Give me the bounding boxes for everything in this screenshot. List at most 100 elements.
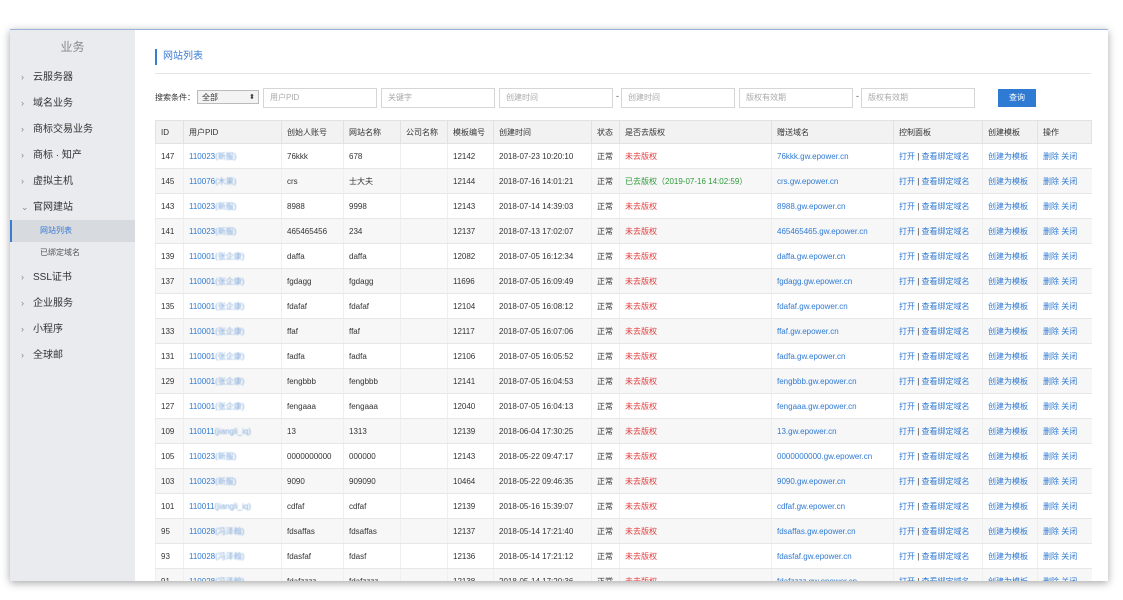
view-bound-domain-link[interactable]: 查看绑定域名: [922, 177, 970, 186]
create-template-link[interactable]: 创建为模板: [988, 177, 1028, 186]
close-link[interactable]: 关闭: [1061, 327, 1077, 336]
user-pid-link[interactable]: 110011: [189, 427, 215, 436]
query-button[interactable]: 查询: [998, 89, 1036, 107]
copyright-valid-start-input[interactable]: 版权有效期: [739, 88, 853, 108]
view-bound-domain-link[interactable]: 查看绑定域名: [922, 352, 970, 361]
user-pid-link[interactable]: 110001: [189, 402, 215, 411]
user-pid-link[interactable]: 110001: [189, 277, 215, 286]
user-pid-link[interactable]: 110001: [189, 377, 215, 386]
delete-link[interactable]: 删除: [1043, 352, 1059, 361]
user-pid-link[interactable]: 110028: [189, 552, 215, 561]
create-template-link[interactable]: 创建为模板: [988, 527, 1028, 536]
close-link[interactable]: 关闭: [1061, 177, 1077, 186]
open-link[interactable]: 打开: [899, 177, 915, 186]
open-link[interactable]: 打开: [899, 352, 915, 361]
user-pid-link[interactable]: 110076: [189, 177, 215, 186]
create-template-link[interactable]: 创建为模板: [988, 452, 1028, 461]
close-link[interactable]: 关闭: [1061, 352, 1077, 361]
user-pid-link[interactable]: 110001: [189, 302, 215, 311]
close-link[interactable]: 关闭: [1061, 427, 1077, 436]
domain-link[interactable]: 0000000000.gw.epower.cn: [777, 452, 872, 461]
user-pid-link[interactable]: 110023: [189, 227, 215, 236]
user-pid-input[interactable]: 用户PID: [263, 88, 377, 108]
create-time-start-input[interactable]: 创建时间: [499, 88, 613, 108]
close-link[interactable]: 关闭: [1061, 302, 1077, 311]
close-link[interactable]: 关闭: [1061, 152, 1077, 161]
open-link[interactable]: 打开: [899, 377, 915, 386]
user-pid-link[interactable]: 110028: [189, 527, 215, 536]
sidebar-item[interactable]: › SSL证书: [10, 264, 135, 290]
view-bound-domain-link[interactable]: 查看绑定域名: [922, 527, 970, 536]
domain-link[interactable]: fdsaffas.gw.epower.cn: [777, 527, 856, 536]
view-bound-domain-link[interactable]: 查看绑定域名: [922, 477, 970, 486]
view-bound-domain-link[interactable]: 查看绑定域名: [922, 552, 970, 561]
sidebar-item[interactable]: ⌄ 官网建站: [10, 194, 135, 220]
create-template-link[interactable]: 创建为模板: [988, 227, 1028, 236]
domain-link[interactable]: 76kkk.gw.epower.cn: [777, 152, 849, 161]
user-pid-link[interactable]: 110023: [189, 477, 215, 486]
view-bound-domain-link[interactable]: 查看绑定域名: [922, 377, 970, 386]
delete-link[interactable]: 删除: [1043, 277, 1059, 286]
open-link[interactable]: 打开: [899, 452, 915, 461]
view-bound-domain-link[interactable]: 查看绑定域名: [922, 402, 970, 411]
create-template-link[interactable]: 创建为模板: [988, 327, 1028, 336]
domain-link[interactable]: fgdagg.gw.epower.cn: [777, 277, 852, 286]
delete-link[interactable]: 删除: [1043, 527, 1059, 536]
view-bound-domain-link[interactable]: 查看绑定域名: [922, 252, 970, 261]
delete-link[interactable]: 删除: [1043, 227, 1059, 236]
search-scope-select[interactable]: 全部 ⬍: [197, 90, 259, 104]
user-pid-link[interactable]: 110001: [189, 327, 215, 336]
delete-link[interactable]: 删除: [1043, 452, 1059, 461]
sidebar-item[interactable]: › 商标交易业务: [10, 116, 135, 142]
create-template-link[interactable]: 创建为模板: [988, 577, 1028, 582]
sidebar-subitem[interactable]: 网站列表: [10, 220, 135, 242]
create-template-link[interactable]: 创建为模板: [988, 427, 1028, 436]
delete-link[interactable]: 删除: [1043, 577, 1059, 582]
open-link[interactable]: 打开: [899, 427, 915, 436]
create-template-link[interactable]: 创建为模板: [988, 152, 1028, 161]
create-template-link[interactable]: 创建为模板: [988, 402, 1028, 411]
domain-link[interactable]: 8988.gw.epower.cn: [777, 202, 846, 211]
open-link[interactable]: 打开: [899, 527, 915, 536]
open-link[interactable]: 打开: [899, 327, 915, 336]
open-link[interactable]: 打开: [899, 277, 915, 286]
view-bound-domain-link[interactable]: 查看绑定域名: [922, 427, 970, 436]
sidebar-item[interactable]: › 企业服务: [10, 290, 135, 316]
view-bound-domain-link[interactable]: 查看绑定域名: [922, 202, 970, 211]
user-pid-link[interactable]: 110023: [189, 452, 215, 461]
open-link[interactable]: 打开: [899, 252, 915, 261]
close-link[interactable]: 关闭: [1061, 402, 1077, 411]
sidebar-subitem[interactable]: 已绑定域名: [10, 242, 135, 264]
view-bound-domain-link[interactable]: 查看绑定域名: [922, 277, 970, 286]
user-pid-link[interactable]: 110001: [189, 352, 215, 361]
close-link[interactable]: 关闭: [1061, 252, 1077, 261]
open-link[interactable]: 打开: [899, 552, 915, 561]
domain-link[interactable]: daffa.gw.epower.cn: [777, 252, 845, 261]
user-pid-link[interactable]: 110023: [189, 202, 215, 211]
user-pid-link[interactable]: 110001: [189, 252, 215, 261]
close-link[interactable]: 关闭: [1061, 452, 1077, 461]
create-template-link[interactable]: 创建为模板: [988, 302, 1028, 311]
domain-link[interactable]: fdafzzzz.gw.epower.cn: [777, 577, 857, 582]
open-link[interactable]: 打开: [899, 577, 915, 582]
domain-link[interactable]: 13.gw.epower.cn: [777, 427, 837, 436]
domain-link[interactable]: fdasfaf.gw.epower.cn: [777, 552, 852, 561]
domain-link[interactable]: fadfa.gw.epower.cn: [777, 352, 846, 361]
sidebar-item[interactable]: › 小程序: [10, 316, 135, 342]
create-template-link[interactable]: 创建为模板: [988, 552, 1028, 561]
close-link[interactable]: 关闭: [1061, 552, 1077, 561]
user-pid-link[interactable]: 110023: [189, 152, 215, 161]
view-bound-domain-link[interactable]: 查看绑定域名: [922, 152, 970, 161]
create-template-link[interactable]: 创建为模板: [988, 252, 1028, 261]
domain-link[interactable]: fdafaf.gw.epower.cn: [777, 302, 848, 311]
sidebar-item[interactable]: › 商标 · 知产: [10, 142, 135, 168]
sidebar-item[interactable]: › 虚拟主机: [10, 168, 135, 194]
keyword-input[interactable]: 关键字: [381, 88, 495, 108]
delete-link[interactable]: 删除: [1043, 252, 1059, 261]
open-link[interactable]: 打开: [899, 477, 915, 486]
view-bound-domain-link[interactable]: 查看绑定域名: [922, 577, 970, 582]
domain-link[interactable]: 9090.gw.epower.cn: [777, 477, 846, 486]
close-link[interactable]: 关闭: [1061, 502, 1077, 511]
user-pid-link[interactable]: 110028: [189, 577, 215, 582]
create-template-link[interactable]: 创建为模板: [988, 377, 1028, 386]
